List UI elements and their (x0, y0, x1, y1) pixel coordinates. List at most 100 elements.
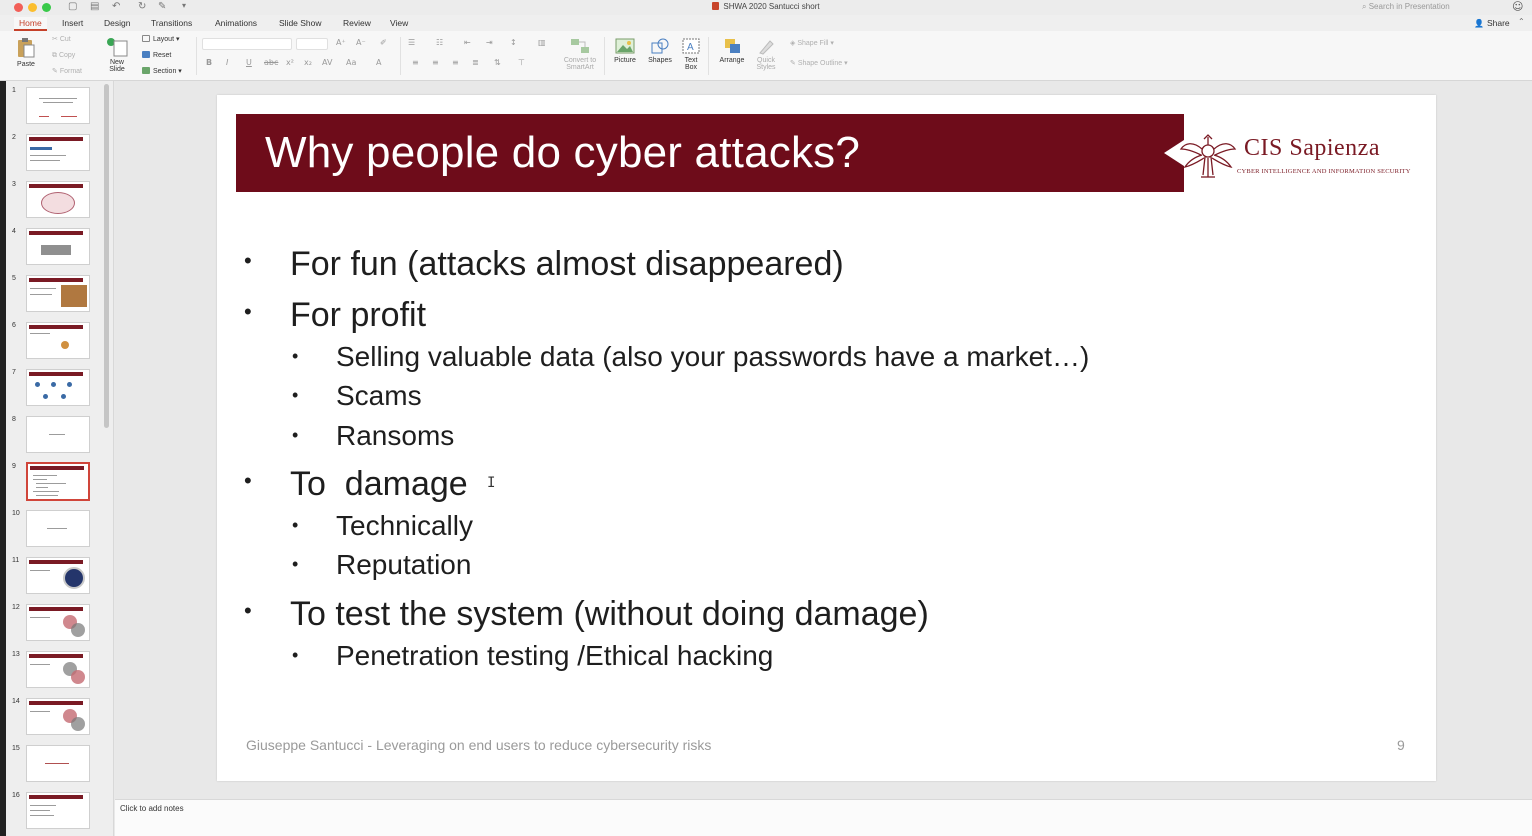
slide-thumbnail-5[interactable] (26, 275, 90, 312)
slide-thumbnail-13[interactable] (26, 651, 90, 688)
thumb-graphic (35, 382, 40, 387)
underline-icon[interactable]: U (246, 58, 252, 67)
tab-transitions[interactable]: Transitions (146, 17, 197, 31)
copy-button[interactable]: ⧉ Copy (52, 51, 75, 60)
slide-thumbnail-12[interactable] (26, 604, 90, 641)
bullet-dot: • (244, 598, 252, 623)
notes-pane[interactable]: Click to add notes (115, 799, 1532, 836)
reset-button[interactable]: Reset (142, 51, 171, 59)
bullets-icon[interactable]: ☰ (408, 38, 415, 47)
slide-canvas[interactable]: Why people do cyber attacks? CIS Sapienz… (217, 95, 1436, 781)
slide-thumbnail-15[interactable] (26, 745, 90, 782)
font-name-select[interactable] (202, 38, 292, 50)
slide-thumbnail-9[interactable] (26, 462, 90, 501)
text-box-button[interactable]: A Text Box (678, 37, 704, 71)
thumbnail-scrollbar[interactable] (104, 84, 109, 428)
bullet-level2[interactable]: Technically (336, 510, 473, 542)
align-right-icon[interactable]: ≡ (452, 58, 459, 67)
character-spacing-icon[interactable]: AV (322, 58, 332, 67)
strikethrough-icon[interactable]: abc (264, 58, 278, 67)
tab-insert[interactable]: Insert (57, 17, 88, 31)
subscript-icon[interactable]: x₂ (304, 58, 312, 67)
align-left-icon[interactable]: ≡ (412, 58, 419, 67)
bullet-level2[interactable]: Ransoms (336, 420, 454, 452)
shape-fill-button[interactable]: ◈ Shape Fill ▾ (790, 39, 834, 47)
justify-icon[interactable]: ≣ (472, 58, 479, 67)
slide-thumbnail-3[interactable] (26, 181, 90, 218)
increase-indent-icon[interactable]: ⇥ (486, 38, 493, 47)
slide-thumbnail-11[interactable] (26, 557, 90, 594)
layout-button[interactable]: Layout ▾ (142, 35, 180, 43)
copy-icon: ⧉ (52, 51, 57, 59)
tab-animations[interactable]: Animations (210, 17, 262, 31)
convert-to-smartart-button[interactable]: Convert to SmartArt (560, 37, 600, 71)
panel-edge (0, 81, 6, 836)
thumb-title-bar (29, 795, 83, 799)
quick-styles-button[interactable]: Quick Styles (752, 37, 780, 71)
slide-thumbnail-14[interactable] (26, 698, 90, 735)
bullet-level1[interactable]: To test the system (without doing damage… (290, 595, 929, 634)
text-direction-icon[interactable]: ⇅ (494, 58, 501, 67)
font-size-select[interactable] (296, 38, 328, 50)
shapes-button[interactable]: Shapes (644, 37, 676, 64)
decrease-indent-icon[interactable]: ⇤ (464, 38, 471, 47)
bullet-dot: • (244, 299, 252, 324)
bold-icon[interactable]: B (206, 58, 212, 67)
increase-font-icon[interactable]: A⁺ (336, 38, 346, 47)
tab-review[interactable]: Review (338, 17, 376, 31)
shapes-icon (651, 38, 669, 54)
section-button[interactable]: Section ▾ (142, 67, 182, 75)
cut-button[interactable]: ✂ Cut (52, 35, 71, 43)
feedback-smiley-icon[interactable]: ☺ (1512, 0, 1523, 13)
numbering-icon[interactable]: ☷ (436, 38, 443, 47)
thumb-graphic (71, 717, 85, 731)
thumb-text-line (30, 810, 50, 811)
arrange-button[interactable]: Arrange (714, 37, 750, 64)
font-color-icon[interactable]: A (376, 58, 381, 67)
reset-icon (142, 51, 150, 58)
slide-thumbnail-7[interactable] (26, 369, 90, 406)
align-text-icon[interactable]: ⊤ (518, 58, 525, 67)
bullet-level2[interactable]: Reputation (336, 549, 471, 581)
line-spacing-icon[interactable]: ↕ (510, 38, 517, 47)
share-button[interactable]: 👤 Share (1474, 18, 1510, 28)
clear-format-icon[interactable]: ✐ (380, 38, 387, 47)
slide-thumbnail-1[interactable] (26, 87, 90, 124)
svg-text:A: A (687, 42, 694, 53)
columns-icon[interactable]: ▥ (538, 38, 546, 47)
slide-thumbnail-2[interactable] (26, 134, 90, 171)
slide-number: 16 (12, 792, 20, 799)
slide-thumbnail-6[interactable] (26, 322, 90, 359)
new-slide-button[interactable]: New Slide (102, 37, 132, 73)
bullet-level1[interactable]: To damage (290, 465, 468, 504)
slide-thumbnail-10[interactable] (26, 510, 90, 547)
search-in-presentation-input[interactable]: ⌕ Search in Presentation (1358, 1, 1506, 13)
tab-design[interactable]: Design (99, 17, 135, 31)
collapse-ribbon-icon[interactable]: ⌃ (1518, 17, 1525, 26)
bullet-level2[interactable]: Scams (336, 380, 422, 412)
tab-home[interactable]: Home (14, 17, 47, 31)
decrease-font-icon[interactable]: A⁻ (356, 38, 366, 47)
italic-icon[interactable]: I (226, 58, 228, 67)
notes-placeholder: Click to add notes (120, 804, 184, 813)
slide-thumbnail-8[interactable] (26, 416, 90, 453)
thumb-title-bar (29, 560, 83, 564)
bullet-level2[interactable]: Penetration testing /Ethical hacking (336, 640, 773, 672)
slide-number: 8 (12, 416, 16, 423)
paste-button[interactable]: Paste (12, 37, 40, 68)
change-case-icon[interactable]: Aa (346, 58, 356, 67)
format-painter-button[interactable]: ✎ Format (52, 67, 82, 75)
thumb-graphic (71, 623, 85, 637)
slide-title[interactable]: Why people do cyber attacks? (265, 128, 860, 178)
superscript-icon[interactable]: x² (286, 58, 294, 67)
slide-thumbnail-16[interactable] (26, 792, 90, 829)
align-center-icon[interactable]: ≡ (432, 58, 439, 67)
picture-button[interactable]: Picture (610, 37, 640, 64)
shape-outline-button[interactable]: ✎ Shape Outline ▾ (790, 59, 848, 67)
bullet-level1[interactable]: For profit (290, 296, 426, 335)
slide-thumbnail-4[interactable] (26, 228, 90, 265)
bullet-level2[interactable]: Selling valuable data (also your passwor… (336, 341, 1089, 373)
bullet-level1[interactable]: For fun (attacks almost disappeared) (290, 245, 844, 284)
tab-view[interactable]: View (385, 17, 413, 31)
tab-slide-show[interactable]: Slide Show (274, 17, 327, 31)
